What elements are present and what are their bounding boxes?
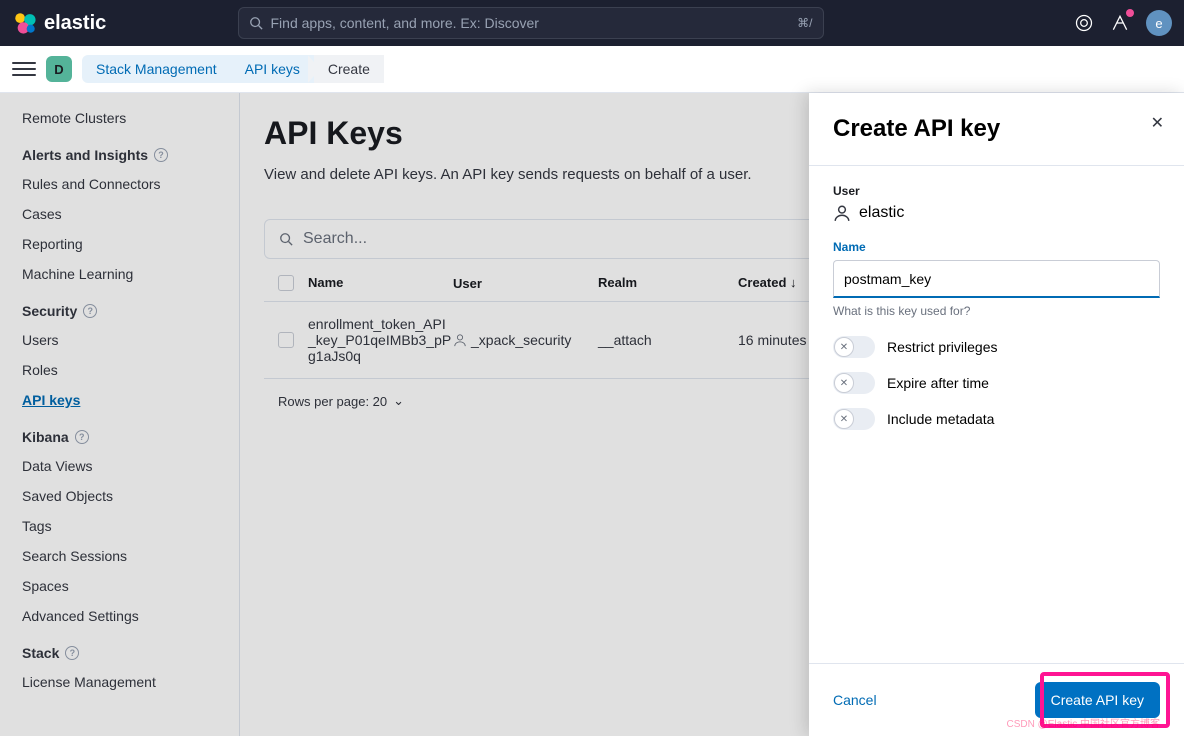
user-value-row: elastic [833, 204, 1160, 222]
global-header: elastic Find apps, content, and more. Ex… [0, 0, 1184, 46]
brand-name: elastic [44, 12, 106, 35]
breadcrumb-api-keys[interactable]: API keys [231, 55, 314, 83]
create-api-key-button[interactable]: Create API key [1035, 682, 1160, 718]
breadcrumb-bar: D Stack Management API keys Create [0, 46, 1184, 93]
create-api-key-flyout: Create API key ✕ User elastic Name What … [809, 93, 1184, 736]
elastic-logo[interactable]: elastic [12, 10, 106, 36]
close-flyout-button[interactable]: ✕ [1151, 113, 1164, 133]
global-search[interactable]: Find apps, content, and more. Ex: Discov… [238, 7, 824, 39]
name-label: Name [833, 240, 1160, 254]
user-avatar[interactable]: e [1146, 10, 1172, 36]
breadcrumb: Stack Management API keys Create [82, 55, 384, 83]
breadcrumb-stack-management[interactable]: Stack Management [82, 55, 231, 83]
notification-dot-icon [1126, 9, 1134, 17]
user-label: User [833, 184, 1160, 198]
expire-after-time-toggle[interactable]: ✕ [833, 372, 875, 394]
restrict-privileges-label: Restrict privileges [887, 339, 997, 355]
user-value: elastic [859, 204, 904, 222]
nav-toggle-button[interactable] [12, 57, 36, 81]
include-metadata-toggle-row: ✕ Include metadata [833, 408, 1160, 430]
flyout-header: Create API key ✕ [809, 93, 1184, 166]
restrict-privileges-toggle-row: ✕ Restrict privileges [833, 336, 1160, 358]
flyout-title: Create API key [833, 115, 1160, 143]
name-input[interactable] [833, 260, 1160, 298]
cancel-button[interactable]: Cancel [833, 692, 877, 708]
flyout-body: User elastic Name What is this key used … [809, 166, 1184, 663]
include-metadata-label: Include metadata [887, 411, 994, 427]
newsfeed-icon[interactable] [1074, 13, 1094, 33]
elastic-logo-icon [12, 10, 38, 36]
expire-after-time-toggle-row: ✕ Expire after time [833, 372, 1160, 394]
page-content: Remote Clusters Alerts and Insights? Rul… [0, 93, 1184, 736]
header-right: e [1074, 10, 1172, 36]
setup-guide-button[interactable] [1110, 13, 1130, 33]
space-selector[interactable]: D [46, 56, 72, 82]
name-help-text: What is this key used for? [833, 304, 1160, 318]
expire-after-time-label: Expire after time [887, 375, 989, 391]
restrict-privileges-toggle[interactable]: ✕ [833, 336, 875, 358]
user-icon [833, 204, 851, 222]
watermark-text: CSDN @Elastic 中国社区官方博客 [1007, 715, 1161, 730]
search-placeholder: Find apps, content, and more. Ex: Discov… [271, 15, 798, 31]
breadcrumb-create: Create [314, 55, 384, 83]
search-shortcut: ⌘/ [797, 16, 812, 30]
include-metadata-toggle[interactable]: ✕ [833, 408, 875, 430]
search-icon [249, 16, 263, 30]
